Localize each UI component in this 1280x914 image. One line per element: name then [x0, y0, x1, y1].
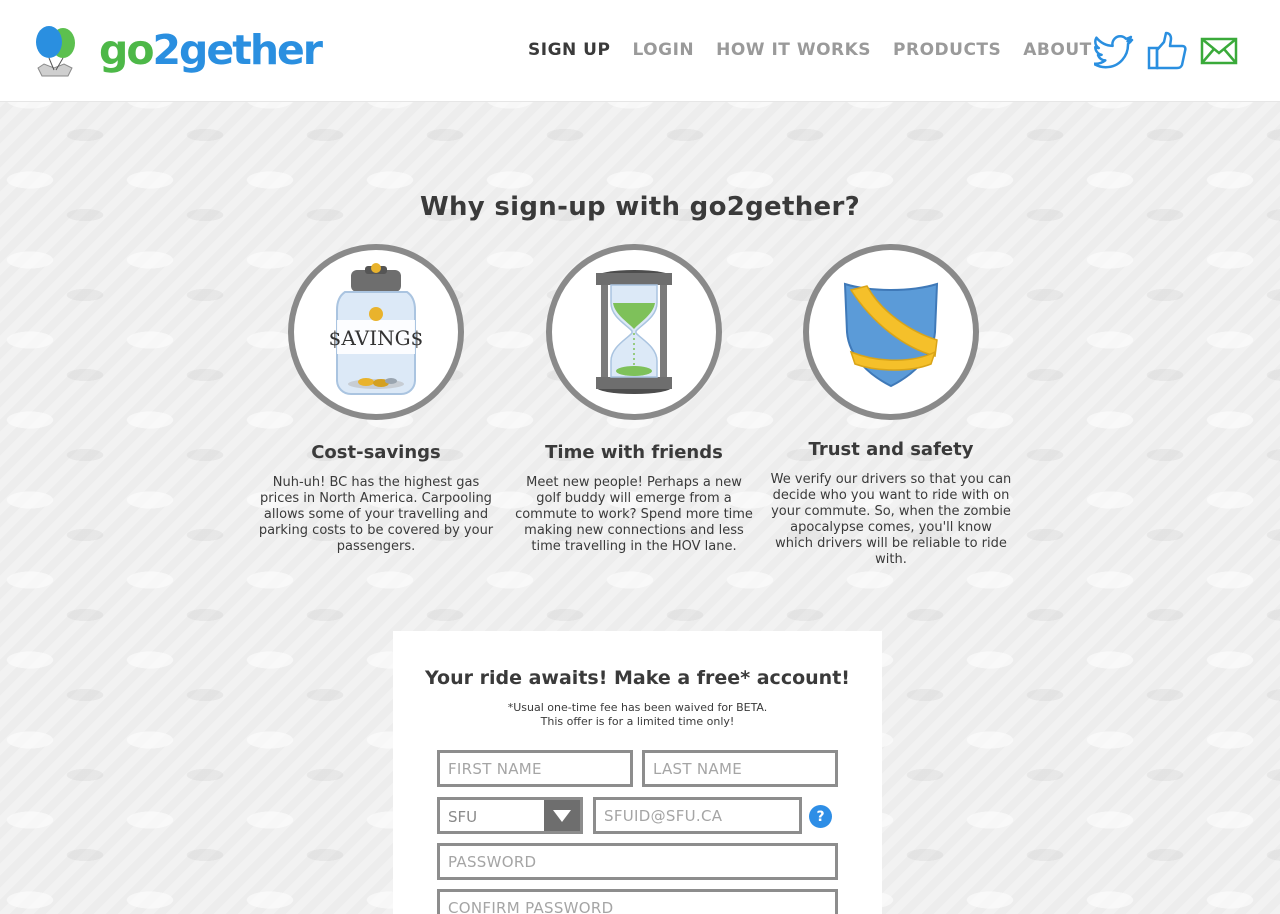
main-nav: SIGN UP LOGIN HOW IT WORKS PRODUCTS ABOU… — [528, 40, 1114, 60]
nav-login[interactable]: LOGIN — [632, 40, 694, 60]
hourglass-icon — [596, 270, 672, 394]
shield-icon — [843, 282, 939, 388]
fine-print-line-2: This offer is for a limited time only! — [540, 715, 735, 728]
school-select[interactable]: SFU — [437, 797, 583, 834]
feature-trust-and-safety: Trust and safety We verify our drivers s… — [766, 244, 1016, 568]
password-input[interactable] — [437, 843, 838, 880]
fine-print-line-1: *Usual one-time fee has been waived for … — [507, 701, 768, 714]
chevron-down-icon[interactable] — [544, 800, 580, 831]
feature-text: Meet new people! Perhaps a new golf budd… — [515, 475, 753, 554]
feature-text: Nuh-uh! BC has the highest gas prices in… — [258, 475, 494, 554]
feature-heading: Time with friends — [545, 442, 723, 463]
social-links — [1094, 30, 1240, 72]
last-name-input[interactable] — [642, 750, 838, 787]
feature-cost-savings: $AVING$ Cost-savings Nuh-uh! BC has the … — [251, 244, 501, 555]
nav-sign-up[interactable]: SIGN UP — [528, 40, 610, 60]
site-header: go2gether SIGN UP LOGIN HOW IT WORKS PRO… — [0, 0, 1280, 102]
first-name-input[interactable] — [437, 750, 633, 787]
help-icon[interactable]: ? — [809, 805, 832, 828]
like-thumb-icon[interactable] — [1146, 30, 1188, 72]
feature-text: We verify our drivers so that you can de… — [770, 472, 1012, 567]
nav-about[interactable]: ABOUT — [1023, 40, 1091, 60]
savings-jar-icon: $AVING$ — [329, 263, 424, 395]
confirm-password-input[interactable] — [437, 889, 838, 914]
twitter-icon[interactable] — [1094, 30, 1136, 72]
email-icon[interactable] — [1198, 30, 1240, 72]
logo-text-go: go — [99, 26, 155, 74]
brand-logo[interactable]: go2gether — [99, 26, 323, 74]
nav-how-it-works[interactable]: HOW IT WORKS — [716, 40, 871, 60]
feature-time-with-friends: Time with friends Meet new people! Perha… — [509, 244, 759, 555]
signup-card: Your ride awaits! Make a free* account! … — [393, 631, 882, 914]
feature-icon-circle — [803, 244, 979, 420]
nav-products[interactable]: PRODUCTS — [893, 40, 1001, 60]
school-select-value: SFU — [448, 808, 478, 826]
intro-title: Why sign-up with go2gether? — [420, 192, 860, 222]
feature-heading: Trust and safety — [808, 439, 974, 460]
balloons-logo-icon[interactable] — [32, 26, 78, 78]
feature-icon-circle: $AVING$ — [288, 244, 464, 420]
feature-icon-circle — [546, 244, 722, 420]
signup-fine-print: *Usual one-time fee has been waived for … — [393, 701, 882, 729]
logo-text-2gether: 2gether — [152, 26, 323, 74]
email-input[interactable] — [593, 797, 802, 834]
jar-label: $AVING$ — [329, 326, 424, 350]
feature-heading: Cost-savings — [311, 442, 441, 463]
signup-title: Your ride awaits! Make a free* account! — [425, 667, 850, 689]
